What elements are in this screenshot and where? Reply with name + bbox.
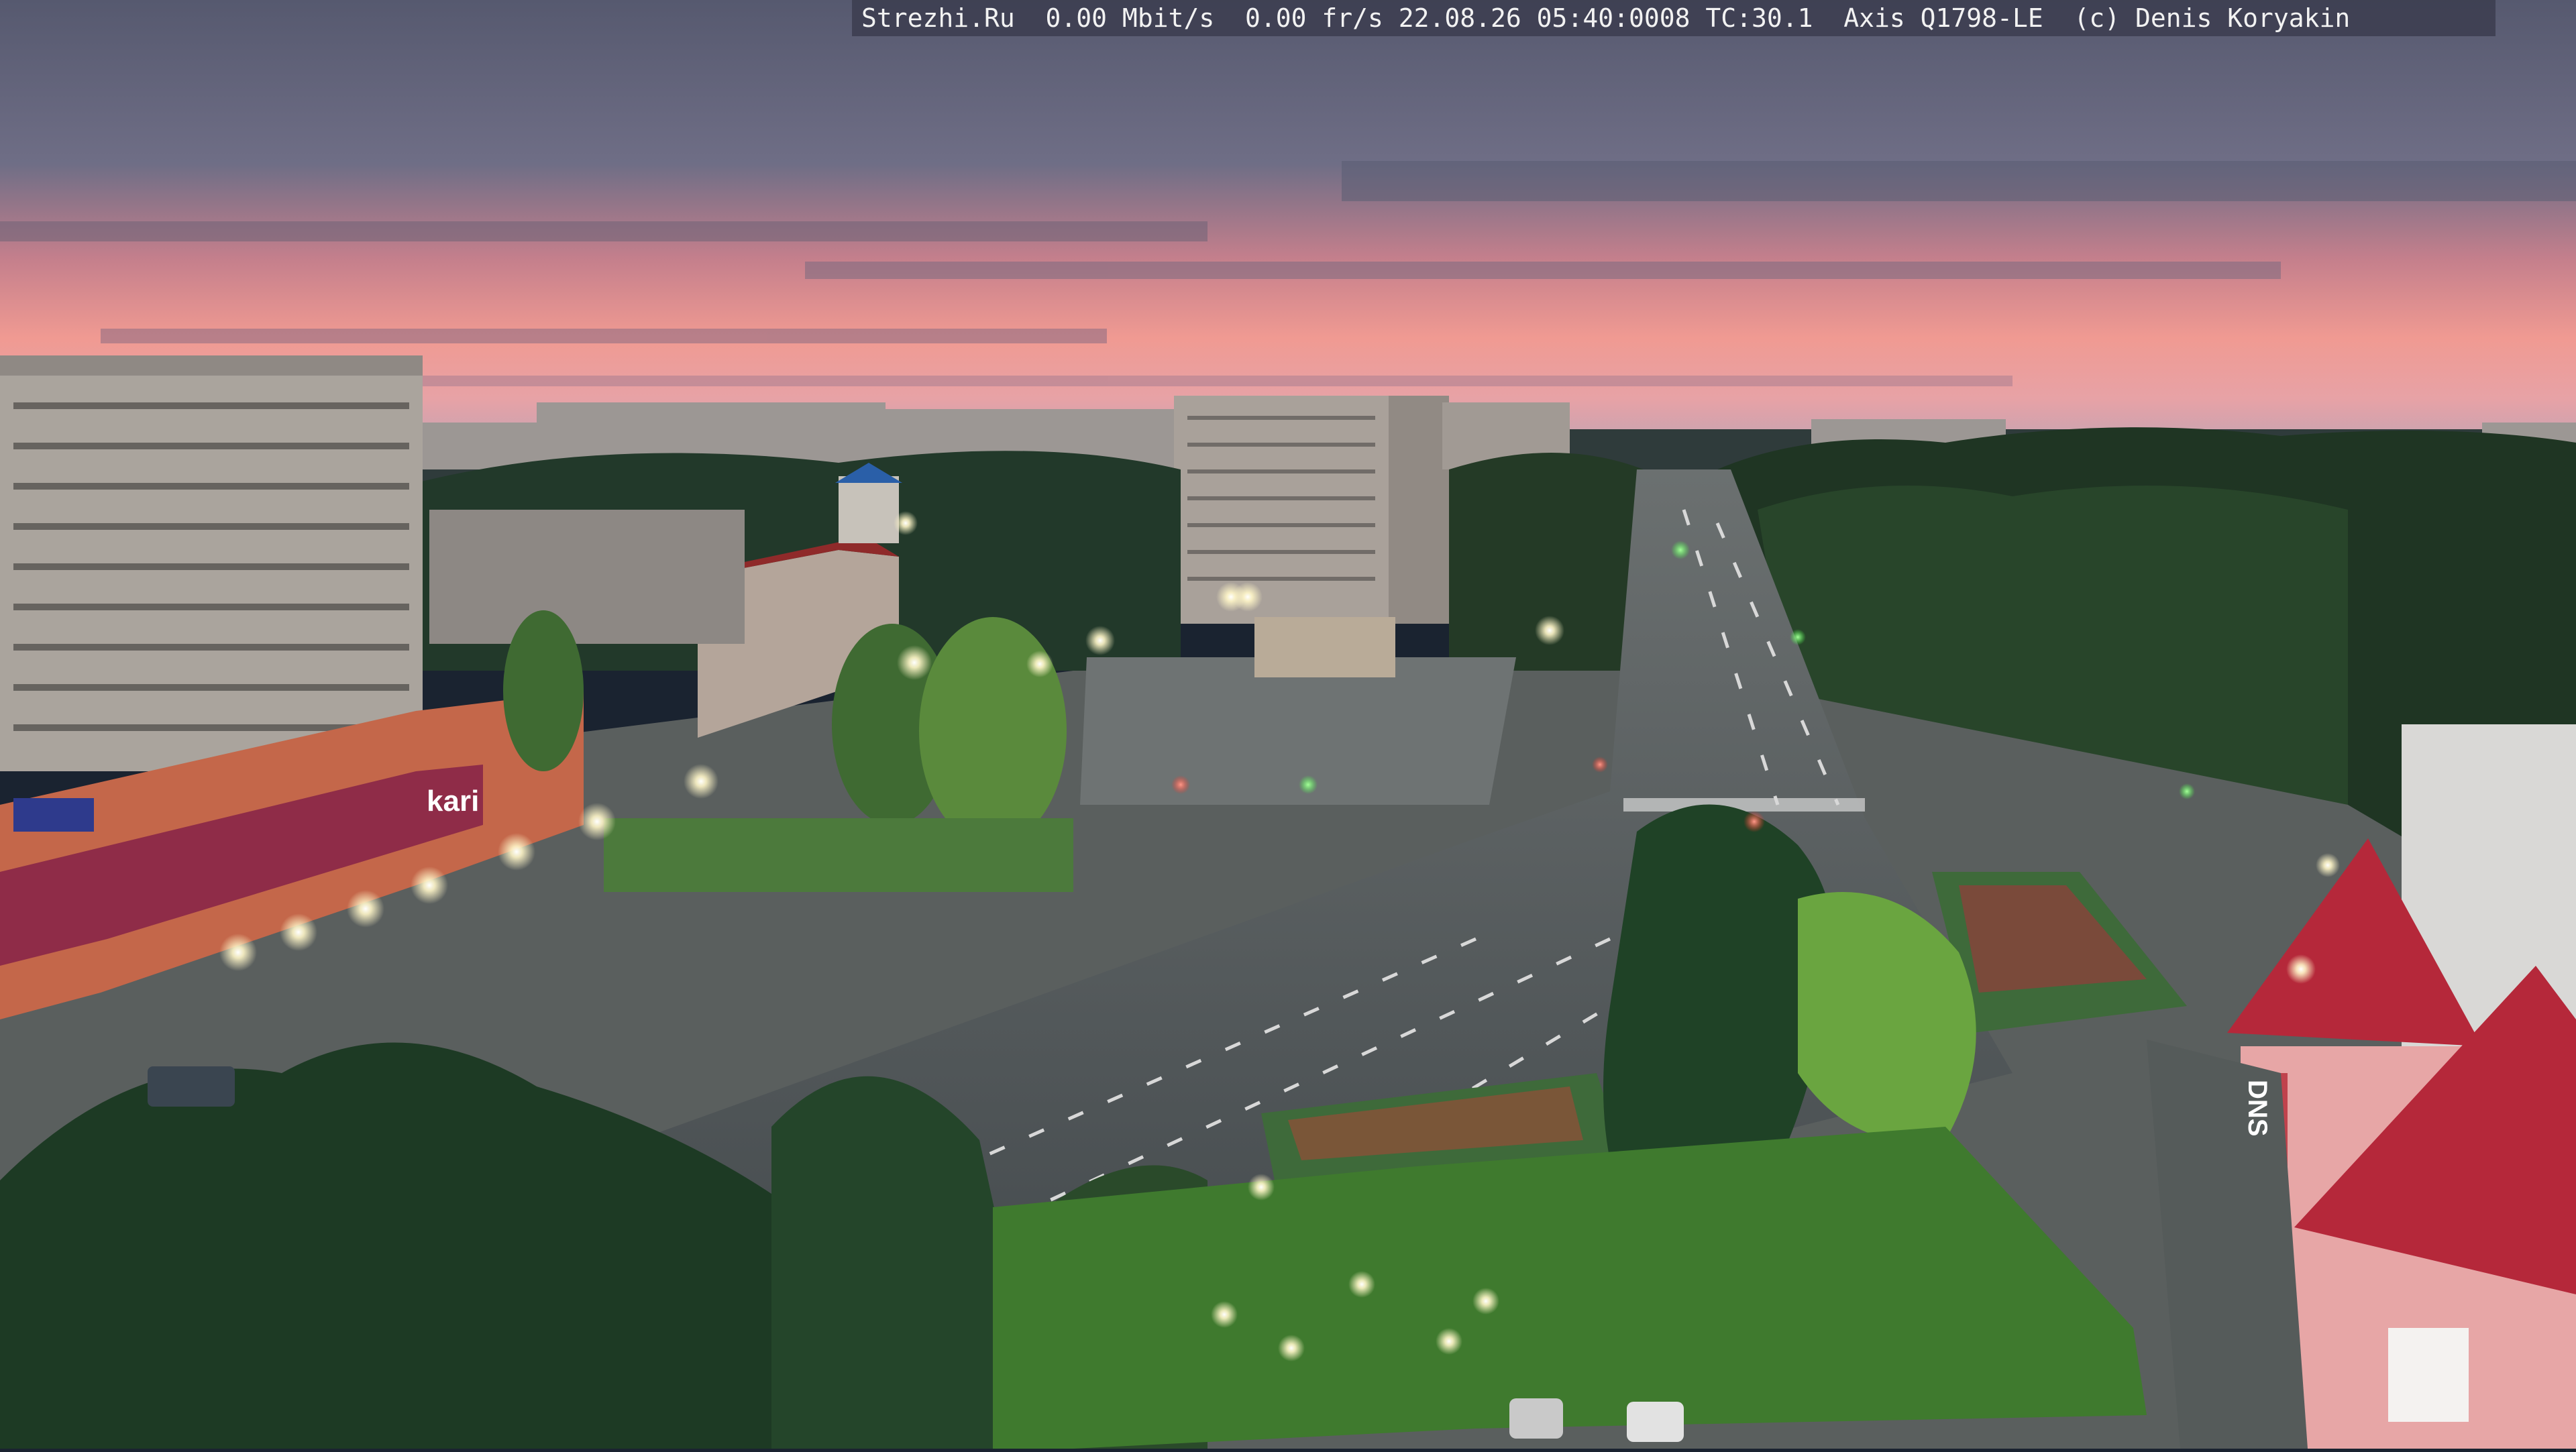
- parked-truck: [148, 1066, 235, 1107]
- crosswalk: [1623, 798, 1865, 812]
- tower: [839, 476, 899, 543]
- parked-car-1: [1509, 1398, 1563, 1439]
- city-street-scene: [0, 0, 2576, 1449]
- camera-frame: kari DNS Strezhi.Ru 0.00 Mbit/s 0.00 fr/…: [0, 0, 2576, 1449]
- upper-plaza: [1080, 657, 1516, 805]
- grey-mid-building: [429, 510, 745, 644]
- overlay-timecode: TC:30.1: [1705, 3, 1813, 33]
- overlay-copyright: (c) Denis Koryakin: [2074, 3, 2351, 33]
- overlay-datetime: 22.08.26 05:40:0008: [1398, 3, 1690, 33]
- camera-overlay-bar: Strezhi.Ru 0.00 Mbit/s 0.00 fr/s 22.08.2…: [852, 0, 2496, 36]
- pavilion: [1254, 617, 1395, 677]
- overlay-framerate: 0.00 fr/s: [1244, 3, 1383, 33]
- left-lawn: [604, 818, 1073, 892]
- overlay-bitrate: 0.00 Mbit/s: [1045, 3, 1215, 33]
- kari-store-sign: kari: [427, 785, 480, 818]
- dns-sign: DNS: [2243, 1080, 2272, 1137]
- overlay-site: Strezhi.Ru: [861, 3, 1015, 33]
- parked-car-2: [1627, 1402, 1684, 1442]
- overlay-camera-model: Axis Q1798-LE: [1843, 3, 2043, 33]
- left-panel-building: [0, 355, 423, 771]
